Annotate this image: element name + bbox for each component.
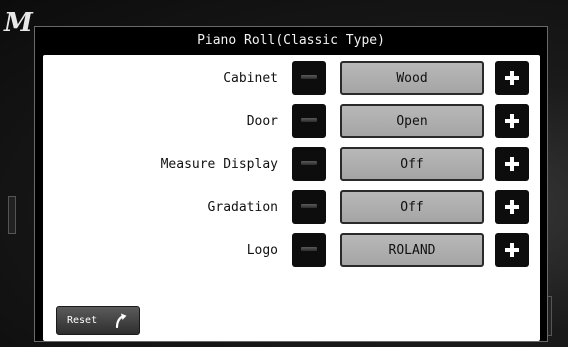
logo-value: ROLAND xyxy=(340,233,484,267)
door-decrement-button[interactable] xyxy=(292,104,326,138)
measure-display-value: Off xyxy=(340,147,484,181)
setting-label: Door xyxy=(246,113,278,129)
cabinet-value: Wood xyxy=(340,61,484,95)
logo-increment-button[interactable] xyxy=(495,233,529,267)
undo-arrow-icon xyxy=(115,313,127,328)
setting-row-gradation: Gradation Off xyxy=(43,190,540,226)
door-value: Open xyxy=(340,104,484,138)
setting-label: Measure Display xyxy=(160,156,278,172)
background-edge-left xyxy=(8,196,16,234)
setting-label: Cabinet xyxy=(223,70,278,86)
setting-label: Logo xyxy=(246,242,278,258)
setting-row-measure-display: Measure Display Off xyxy=(43,147,540,183)
gradation-decrement-button[interactable] xyxy=(292,190,326,224)
cabinet-increment-button[interactable] xyxy=(495,61,529,95)
reset-button[interactable]: Reset xyxy=(56,306,140,335)
setting-row-door: Door Open xyxy=(43,104,540,140)
minus-icon xyxy=(301,204,317,208)
minus-icon xyxy=(301,118,317,122)
reset-label: Reset xyxy=(67,315,98,326)
setting-label: Gradation xyxy=(207,199,278,215)
cabinet-decrement-button[interactable] xyxy=(292,61,326,95)
setting-row-cabinet: Cabinet Wood xyxy=(43,61,540,97)
gradation-value: Off xyxy=(340,190,484,224)
minus-icon xyxy=(301,75,317,79)
settings-dialog: Piano Roll(Classic Type) Cabinet Wood Do… xyxy=(34,26,548,342)
settings-panel: Cabinet Wood Door Open Measure Display O… xyxy=(43,55,540,341)
setting-row-logo: Logo ROLAND xyxy=(43,233,540,269)
background-logo: M xyxy=(4,8,33,38)
dialog-title: Piano Roll(Classic Type) xyxy=(197,32,385,48)
measure-display-decrement-button[interactable] xyxy=(292,147,326,181)
gradation-increment-button[interactable] xyxy=(495,190,529,224)
door-increment-button[interactable] xyxy=(495,104,529,138)
logo-decrement-button[interactable] xyxy=(292,233,326,267)
minus-icon xyxy=(301,247,317,251)
measure-display-increment-button[interactable] xyxy=(495,147,529,181)
screen: M Piano Roll(Classic Type) Cabinet Wood … xyxy=(0,0,568,347)
minus-icon xyxy=(301,161,317,165)
